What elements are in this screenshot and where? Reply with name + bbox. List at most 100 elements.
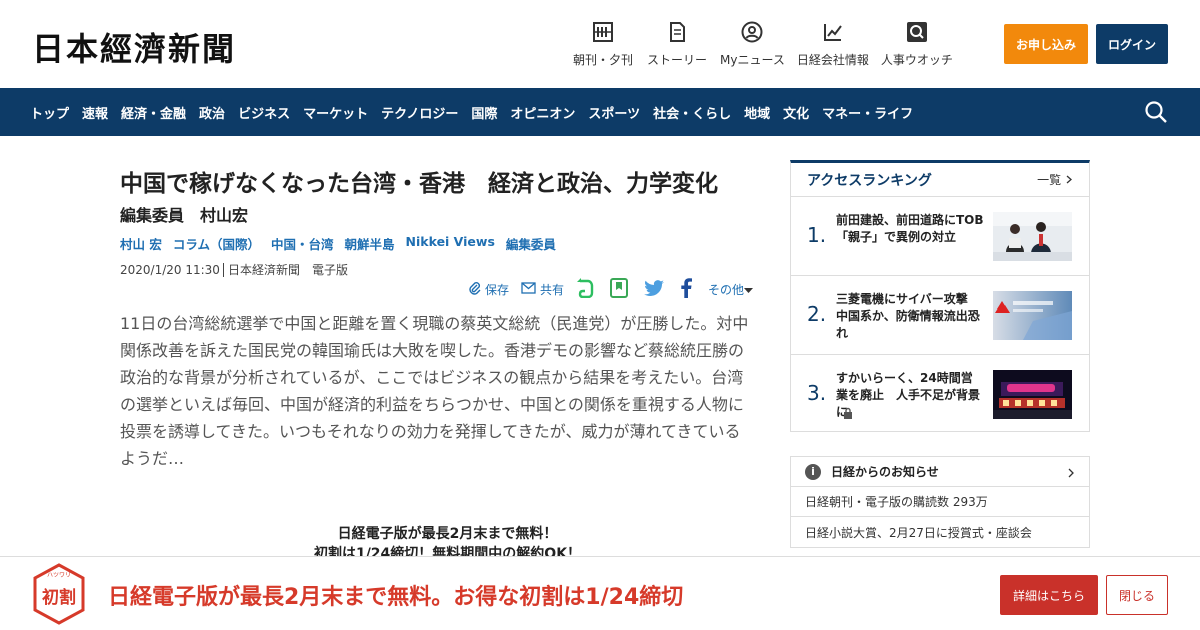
notice-item[interactable]: 日経朝刊・電子版の購読数 293万 [791, 487, 1089, 517]
nav-item-economy[interactable]: 経済・金融 [121, 103, 186, 122]
close-button[interactable]: 閉じる [1106, 575, 1168, 615]
nav-my-news[interactable]: Myニュース [720, 20, 785, 68]
ranking-number: 2. [807, 302, 827, 326]
more-share-button[interactable]: その他 [708, 281, 757, 298]
mail-icon [521, 282, 540, 297]
nav-item-technology[interactable]: テクノロジー [381, 103, 458, 122]
login-button[interactable]: ログイン [1096, 24, 1168, 64]
search-icon[interactable] [1144, 100, 1168, 124]
ranking-item[interactable]: 1. 前田建設、前田道路にTOB 「親子」で異例の対立 [791, 197, 1089, 276]
chevron-right-icon [1067, 467, 1075, 481]
article-meta: 2020/1/20 11:30 日本経済新聞 電子版 [120, 261, 760, 278]
tag-link[interactable]: 編集委員 [506, 234, 556, 253]
nav-choukan-yukan[interactable]: 朝刊・夕刊 [572, 20, 634, 68]
tag-link[interactable]: コラム（国際） [173, 234, 260, 253]
ranking-headline: 三菱電機にサイバー攻撃 中国系か、防衛情報流出恐れ [836, 292, 980, 340]
save-label: 保存 [484, 283, 509, 297]
site-header: 日本經濟新聞 朝刊・夕刊 ストーリー Myニュース 日経会社情報 人事ウオッチ … [0, 0, 1200, 88]
evernote-button[interactable] [576, 278, 598, 301]
apply-button[interactable]: お申し込み [1004, 24, 1088, 64]
ranking-number: 1. [807, 223, 827, 247]
facebook-button[interactable] [680, 278, 696, 301]
notices-title: 日経からのお知らせ [831, 465, 939, 479]
header-nav: 朝刊・夕刊 ストーリー Myニュース 日経会社情報 人事ウオッチ [572, 20, 965, 68]
facebook-icon [680, 278, 696, 301]
nav-label: 人事ウオッチ [880, 53, 953, 67]
nav-jinji-watch[interactable]: 人事ウオッチ [881, 20, 953, 68]
access-ranking: アクセスランキング 一覧 1. 前田建設、前田道路にTOB 「親子」で異例の対立 [790, 160, 1090, 432]
chart-icon [821, 20, 845, 44]
ranking-title: アクセスランキング [807, 172, 932, 189]
paperclip-icon [468, 281, 485, 298]
bookmark-icon [609, 278, 632, 301]
notice-item[interactable]: 日経小説大賞、2月27日に授賞式・座談会 [791, 517, 1089, 547]
nav-item-culture[interactable]: 文化 [783, 103, 809, 122]
tag-link[interactable]: 中国・台湾 [271, 234, 334, 253]
save-button[interactable]: 保存 [468, 281, 509, 298]
lock-icon [843, 404, 853, 423]
logo-text: 初割 [42, 587, 76, 608]
ranking-thumbnail [993, 212, 1072, 261]
twitter-icon [643, 279, 668, 300]
logo-ruby: ハツワリ [47, 572, 71, 579]
nav-label: 日経会社情報 [796, 53, 869, 67]
twitter-button[interactable] [643, 279, 668, 300]
ranking-item[interactable]: 2. 三菱電機にサイバー攻撃 中国系か、防衛情報流出恐れ [791, 276, 1089, 355]
user-icon [740, 20, 764, 44]
ranking-thumbnail [993, 291, 1072, 340]
nav-item-region[interactable]: 地域 [744, 103, 770, 122]
more-label: その他 [707, 283, 744, 297]
article-source: 日本経済新聞 電子版 [227, 262, 348, 277]
share-label: 共有 [539, 283, 564, 297]
nav-label: ストーリー [646, 53, 707, 67]
document-icon [665, 20, 689, 44]
ranking-headline: 前田建設、前田道路にTOB 「親子」で異例の対立 [836, 213, 996, 244]
tag-link[interactable]: 朝鮮半島 [345, 234, 395, 253]
promo-banner: ハツワリ 初割 日経電子版が最長2月末まで無料。お得な初割は1/24締切 詳細は… [0, 556, 1200, 630]
article-title: 中国で稼げなくなった台湾・香港 経済と政治、力学変化 [120, 171, 718, 197]
nav-item-breaking[interactable]: 速報 [82, 103, 108, 122]
banner-message: 日経電子版が最長2月末まで無料。お得な初割は1/24締切 [108, 585, 684, 610]
tag-link[interactable]: 村山 宏 [120, 234, 162, 253]
nav-label: Myニュース [720, 53, 785, 67]
article-lead: 11日の台湾総統選挙で中国と距離を置く現職の蔡英文総統（民進党）が圧勝した。対中… [120, 314, 749, 468]
chevron-right-icon [1065, 173, 1073, 187]
nav-item-top[interactable]: トップ [30, 103, 69, 122]
info-icon: i [805, 463, 821, 480]
nav-item-international[interactable]: 国際 [471, 103, 497, 122]
newspaper-icon [591, 20, 615, 44]
nav-company-info[interactable]: 日経会社情報 [797, 20, 869, 68]
ranking-all-link[interactable]: 一覧 [1037, 171, 1073, 188]
nav-item-money-life[interactable]: マネー・ライフ [822, 103, 913, 122]
nav-item-market[interactable]: マーケット [303, 103, 368, 122]
caret-down-icon [744, 283, 757, 297]
article-author: 編集委員 村山宏 [120, 205, 249, 225]
article-date: 2020/1/20 11:30 [120, 262, 220, 277]
magnifier-icon [905, 20, 929, 44]
ranking-item[interactable]: 3. すかいらーく、24時間営業を廃止 人手不足が背景に [791, 355, 1089, 434]
divider [222, 262, 224, 277]
nikkei-notices: i 日経からのお知らせ 日経朝刊・電子版の購読数 293万 日経小説大賞、2月2… [790, 456, 1090, 548]
nav-item-politics[interactable]: 政治 [199, 103, 225, 122]
nav-item-sports[interactable]: スポーツ [588, 103, 640, 122]
tag-link[interactable]: Nikkei Views [406, 234, 495, 253]
promo-line: 日経電子版が最長2月末まで無料！ [337, 526, 558, 542]
bookmark-button[interactable] [609, 278, 632, 301]
evernote-icon [576, 278, 598, 301]
nav-story[interactable]: ストーリー [646, 20, 708, 68]
category-navbar: トップ 速報 経済・金融 政治 ビジネス マーケット テクノロジー 国際 オピニ… [0, 88, 1200, 136]
nav-item-society[interactable]: 社会・くらし [653, 103, 731, 122]
share-mail-button[interactable]: 共有 [521, 281, 564, 298]
nav-label: 朝刊・夕刊 [572, 53, 633, 67]
hatsuwari-logo: ハツワリ 初割 [30, 563, 88, 625]
ranking-number: 3. [807, 381, 827, 405]
ranking-all-label: 一覧 [1037, 173, 1062, 187]
nikkei-logo[interactable]: 日本經濟新聞 [32, 24, 236, 70]
nav-item-business[interactable]: ビジネス [238, 103, 290, 122]
details-button[interactable]: 詳細はこちら [1000, 575, 1098, 615]
ranking-thumbnail [993, 370, 1072, 419]
article: 中国で稼げなくなった台湾・香港 経済と政治、力学変化 編集委員 村山宏 村山 宏… [120, 160, 760, 562]
ranking-header: アクセスランキング 一覧 [791, 163, 1089, 197]
notices-header[interactable]: i 日経からのお知らせ [791, 457, 1089, 487]
nav-item-opinion[interactable]: オピニオン [510, 103, 575, 122]
